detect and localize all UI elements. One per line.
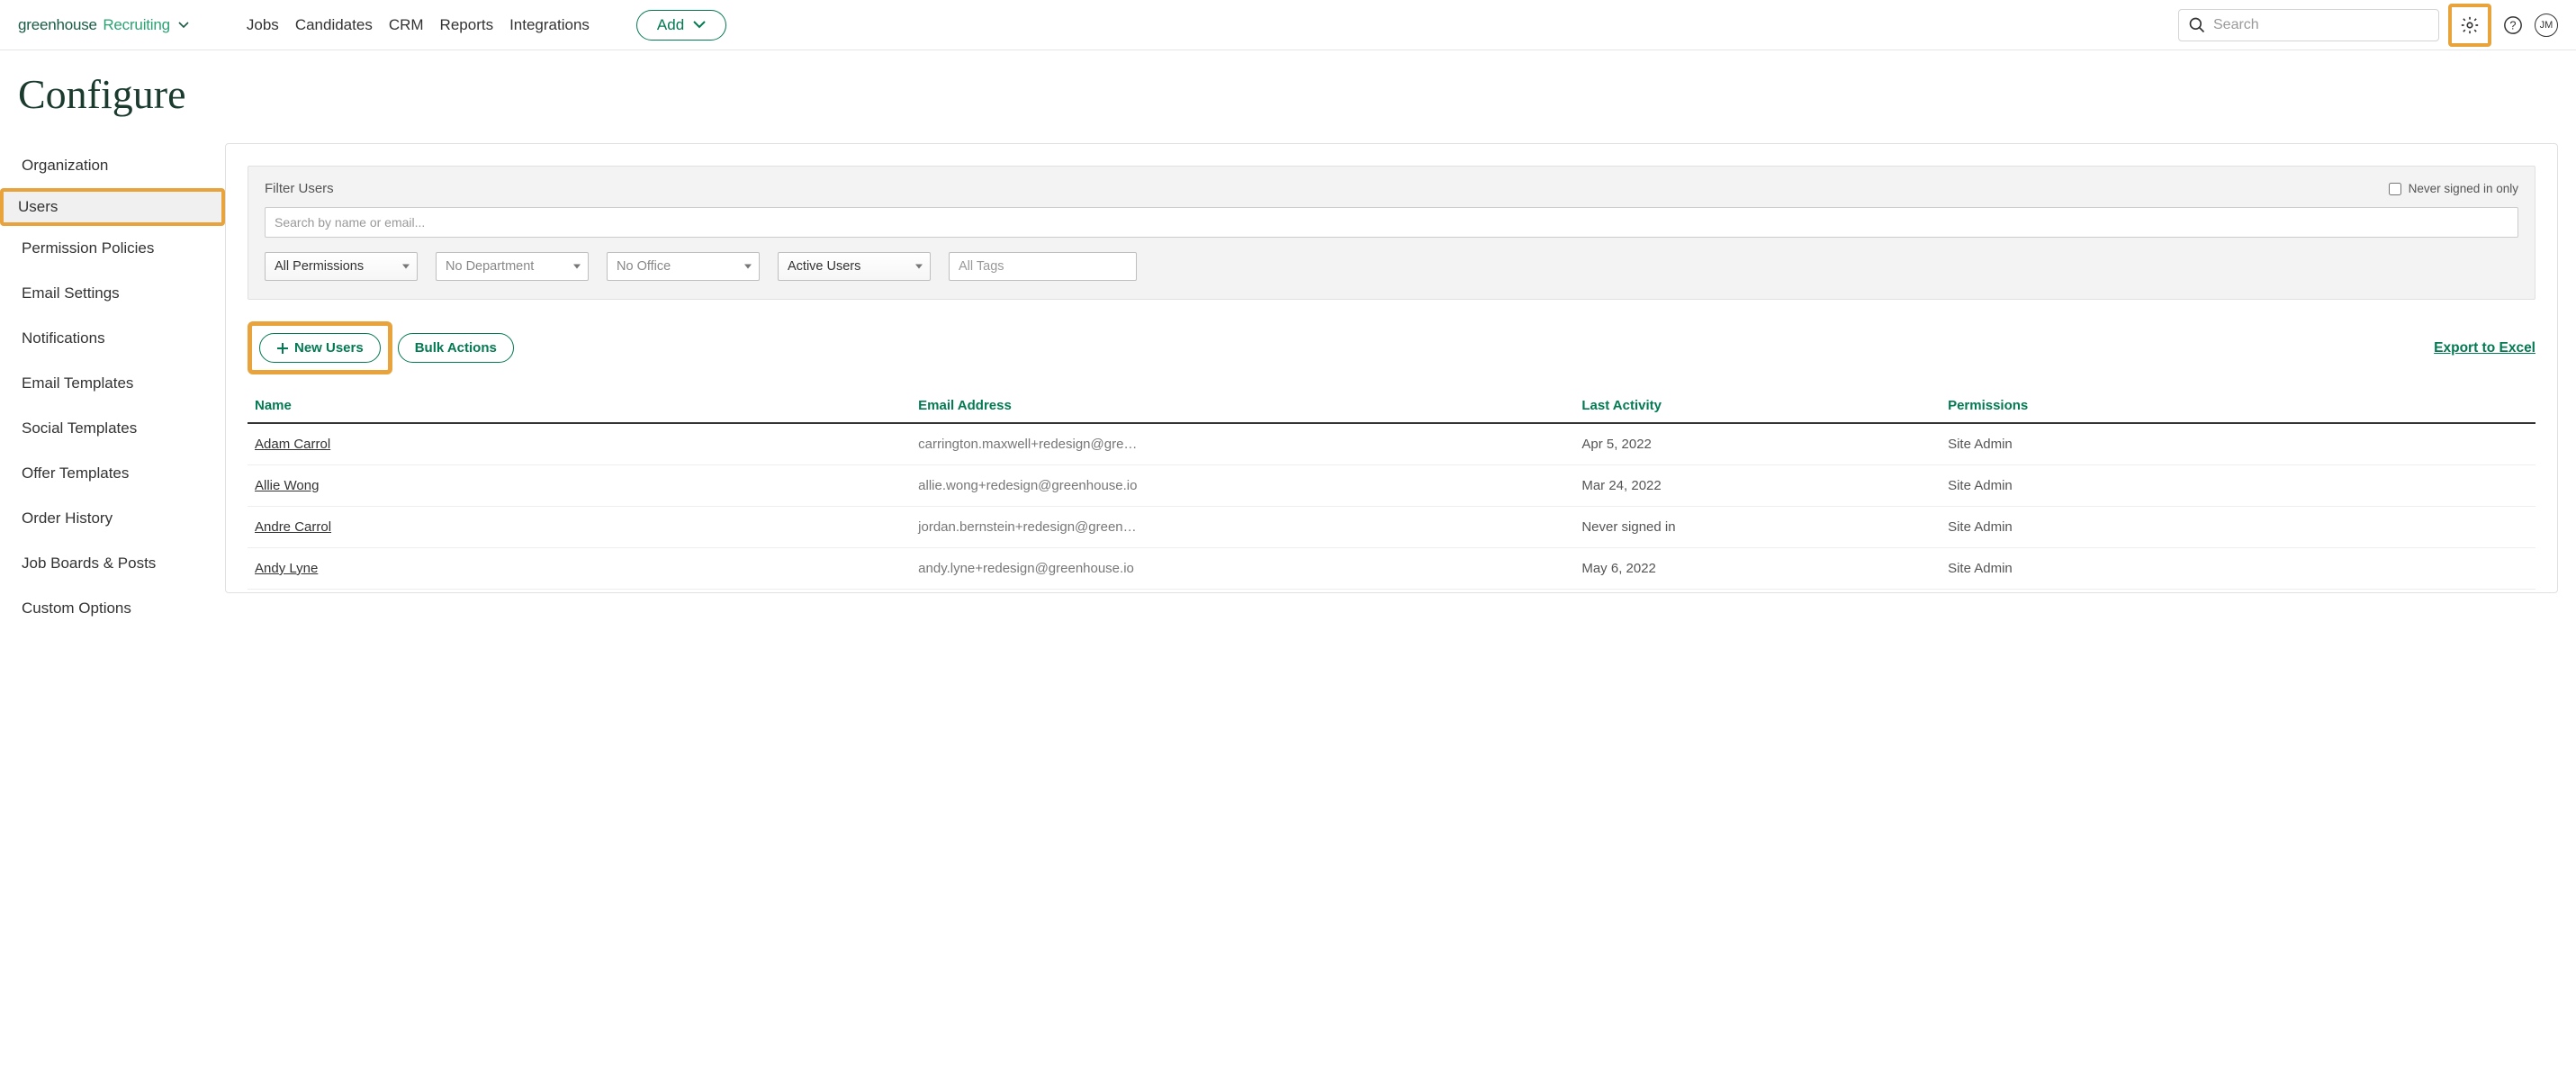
user-activity-cell: May 6, 2022 xyxy=(1574,548,1941,590)
sidebar-item-users[interactable]: Users xyxy=(0,188,225,226)
user-name-cell: Andy Lyne xyxy=(248,548,911,590)
config-sidebar: OrganizationUsersPermission PoliciesEmai… xyxy=(0,143,225,631)
nav-crm[interactable]: CRM xyxy=(389,16,424,34)
new-users-button[interactable]: New Users xyxy=(259,333,381,363)
brand-part1: greenhouse xyxy=(18,16,97,34)
page-title: Configure xyxy=(0,50,2576,143)
col-permissions[interactable]: Permissions xyxy=(1941,389,2535,423)
user-name-cell: Allie Wong xyxy=(248,465,911,507)
table-row: Adam Carrol carrington.maxwell+redesign@g… xyxy=(248,423,2535,465)
user-permissions-cell: Site Admin xyxy=(1941,507,2535,548)
user-email-cell: andy.lyne+redesign@greenhouse.io xyxy=(911,548,1574,590)
tags-filter[interactable] xyxy=(949,252,1137,281)
sidebar-item-permission-policies[interactable]: Permission Policies xyxy=(0,226,225,271)
user-link[interactable]: Andy Lyne xyxy=(255,561,318,576)
user-avatar[interactable]: JM xyxy=(2535,14,2558,37)
users-panel: Filter Users Never signed in only All Pe… xyxy=(225,143,2558,593)
chevron-down-icon xyxy=(693,21,706,29)
filter-title: Filter Users xyxy=(265,181,334,196)
search-input[interactable] xyxy=(2213,17,2429,33)
sidebar-item-email-templates[interactable]: Email Templates xyxy=(0,361,225,406)
nav-integrations[interactable]: Integrations xyxy=(509,16,590,34)
user-link[interactable]: Andre Carrol xyxy=(255,519,331,535)
nav-jobs[interactable]: Jobs xyxy=(247,16,279,34)
table-row: Allie Wong allie.wong+redesign@greenhouse… xyxy=(248,465,2535,507)
user-permissions-cell: Site Admin xyxy=(1941,548,2535,590)
svg-text:?: ? xyxy=(2509,18,2516,32)
office-filter[interactable]: No Office xyxy=(607,252,760,281)
col-name[interactable]: Name xyxy=(248,389,911,423)
user-email-cell: jordan.bernstein+redesign@green… xyxy=(911,507,1574,548)
nav-reports[interactable]: Reports xyxy=(440,16,494,34)
export-excel-link[interactable]: Export to Excel xyxy=(2434,340,2535,356)
sidebar-item-custom-options[interactable]: Custom Options xyxy=(0,586,225,631)
new-users-label: New Users xyxy=(294,340,364,356)
new-users-highlight: New Users xyxy=(248,321,392,374)
top-bar: greenhouse Recruiting Jobs Candidates CR… xyxy=(0,0,2576,50)
bulk-actions-button[interactable]: Bulk Actions xyxy=(398,333,514,363)
filter-panel: Filter Users Never signed in only All Pe… xyxy=(248,166,2535,300)
main-nav: Jobs Candidates CRM Reports Integrations xyxy=(247,16,590,34)
global-search[interactable] xyxy=(2178,9,2439,41)
users-table: Name Email Address Last Activity Permiss… xyxy=(248,389,2535,590)
user-activity-cell: Mar 24, 2022 xyxy=(1574,465,1941,507)
settings-button-highlight xyxy=(2448,4,2491,47)
user-activity-cell: Apr 5, 2022 xyxy=(1574,423,1941,465)
add-button[interactable]: Add xyxy=(636,10,726,41)
col-last-activity[interactable]: Last Activity xyxy=(1574,389,1941,423)
add-button-label: Add xyxy=(657,16,684,34)
nav-candidates[interactable]: Candidates xyxy=(295,16,373,34)
user-search-input[interactable] xyxy=(265,207,2518,238)
user-name-cell: Adam Carrol xyxy=(248,423,911,465)
sidebar-item-job-boards-posts[interactable]: Job Boards & Posts xyxy=(0,541,225,586)
never-signed-in-filter[interactable]: Never signed in only xyxy=(2389,182,2518,195)
plus-icon xyxy=(276,342,289,355)
sidebar-item-social-templates[interactable]: Social Templates xyxy=(0,406,225,451)
user-activity-cell: Never signed in xyxy=(1574,507,1941,548)
brand-logo[interactable]: greenhouse Recruiting xyxy=(18,16,189,34)
search-icon xyxy=(2188,16,2206,34)
actions-row: New Users Bulk Actions Export to Excel xyxy=(226,321,2557,382)
never-signed-label: Never signed in only xyxy=(2409,182,2518,195)
user-permissions-cell: Site Admin xyxy=(1941,423,2535,465)
sidebar-item-offer-templates[interactable]: Offer Templates xyxy=(0,451,225,496)
user-email-cell: allie.wong+redesign@greenhouse.io xyxy=(911,465,1574,507)
col-email[interactable]: Email Address xyxy=(911,389,1574,423)
status-filter[interactable]: Active Users xyxy=(778,252,931,281)
brand-caret-icon[interactable] xyxy=(178,22,189,29)
table-row: Andre Carrol jordan.bernstein+redesign@gr… xyxy=(248,507,2535,548)
gear-icon[interactable] xyxy=(2457,13,2482,38)
sidebar-item-email-settings[interactable]: Email Settings xyxy=(0,271,225,316)
brand-part2: Recruiting xyxy=(103,16,170,34)
user-link[interactable]: Adam Carrol xyxy=(255,437,330,452)
department-filter[interactable]: No Department xyxy=(436,252,589,281)
user-name-cell: Andre Carrol xyxy=(248,507,911,548)
sidebar-item-order-history[interactable]: Order History xyxy=(0,496,225,541)
bulk-actions-label: Bulk Actions xyxy=(415,340,497,356)
user-email-cell: carrington.maxwell+redesign@gre… xyxy=(911,423,1574,465)
permissions-filter[interactable]: All Permissions xyxy=(265,252,418,281)
main-layout: OrganizationUsersPermission PoliciesEmai… xyxy=(0,143,2576,631)
help-icon[interactable]: ? xyxy=(2500,13,2526,38)
never-signed-checkbox[interactable] xyxy=(2389,183,2401,195)
user-permissions-cell: Site Admin xyxy=(1941,465,2535,507)
user-link[interactable]: Allie Wong xyxy=(255,478,319,493)
sidebar-item-organization[interactable]: Organization xyxy=(0,143,225,188)
table-row: Andy Lyne andy.lyne+redesign@greenhouse.i… xyxy=(248,548,2535,590)
sidebar-item-notifications[interactable]: Notifications xyxy=(0,316,225,361)
table-header-row: Name Email Address Last Activity Permiss… xyxy=(248,389,2535,423)
